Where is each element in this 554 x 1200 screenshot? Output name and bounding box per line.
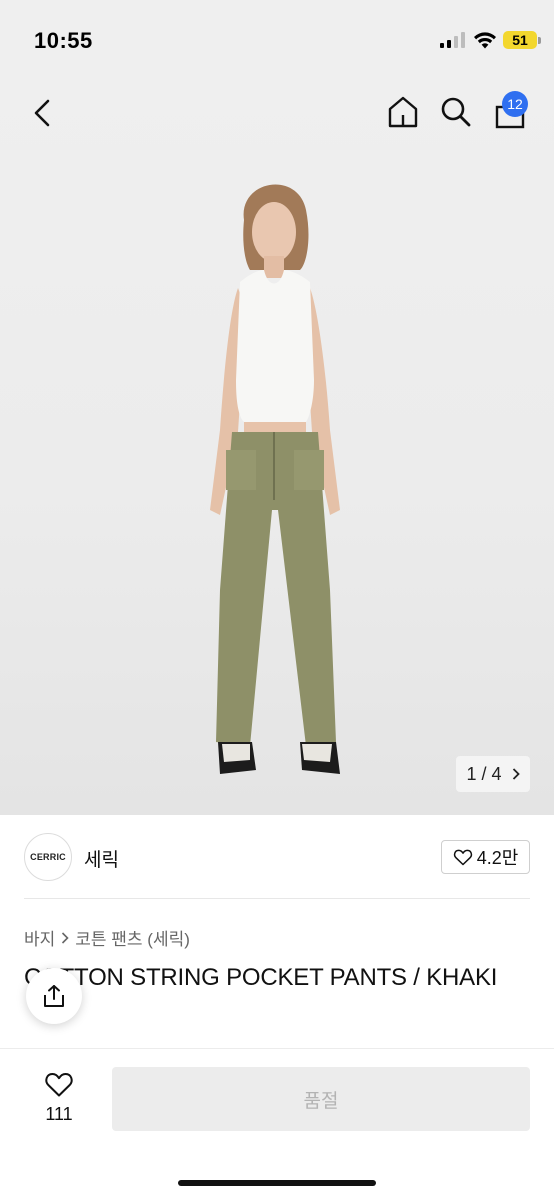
breadcrumb-category[interactable]: 바지 xyxy=(24,925,55,950)
brand-logo[interactable]: CERRIC xyxy=(24,833,72,881)
home-indicator xyxy=(178,1180,376,1186)
back-arrow-icon[interactable] xyxy=(30,98,56,128)
wishlist-button[interactable]: 111 xyxy=(36,1070,82,1125)
breadcrumb: 바지 코튼 팬츠 (세릭) xyxy=(24,925,190,950)
signal-icon xyxy=(440,32,466,48)
share-icon xyxy=(44,985,64,1007)
chevron-right-icon xyxy=(512,768,520,780)
pager-total: 4 xyxy=(491,763,502,784)
wifi-icon xyxy=(474,32,496,49)
battery-icon: 51 xyxy=(503,31,537,49)
pager-text: 1 / 4 xyxy=(466,764,501,785)
chevron-right-icon xyxy=(62,931,69,944)
wishlist-count: 111 xyxy=(45,1104,73,1124)
breadcrumb-subcategory[interactable]: 코튼 팬츠 (세릭) xyxy=(75,925,190,950)
product-photo xyxy=(210,184,340,774)
brand-like-count: 4.2만 xyxy=(476,848,519,868)
sold-out-button[interactable]: 품절 xyxy=(112,1067,530,1131)
cart-count-badge: 12 xyxy=(502,91,528,117)
status-bar: 10:55 51 xyxy=(0,0,554,80)
brand-name[interactable]: 세릭 xyxy=(84,845,119,872)
section-divider xyxy=(24,898,530,899)
battery-cap xyxy=(538,37,541,44)
search-icon[interactable] xyxy=(440,96,472,128)
gallery-pager[interactable]: 1 / 4 xyxy=(456,756,530,792)
product-title: COTTON STRING POCKET PANTS / KHAKI xyxy=(24,964,498,991)
heart-icon xyxy=(453,849,472,866)
heart-icon xyxy=(45,1073,73,1097)
product-image-gallery[interactable] xyxy=(0,80,554,815)
status-time: 10:55 xyxy=(34,28,93,53)
home-icon[interactable] xyxy=(386,95,420,129)
brand-like-button[interactable]: 4.2만 xyxy=(441,840,530,874)
pager-current: 1 xyxy=(466,763,477,784)
pager-separator: / xyxy=(481,763,487,784)
share-button[interactable] xyxy=(26,968,82,1024)
